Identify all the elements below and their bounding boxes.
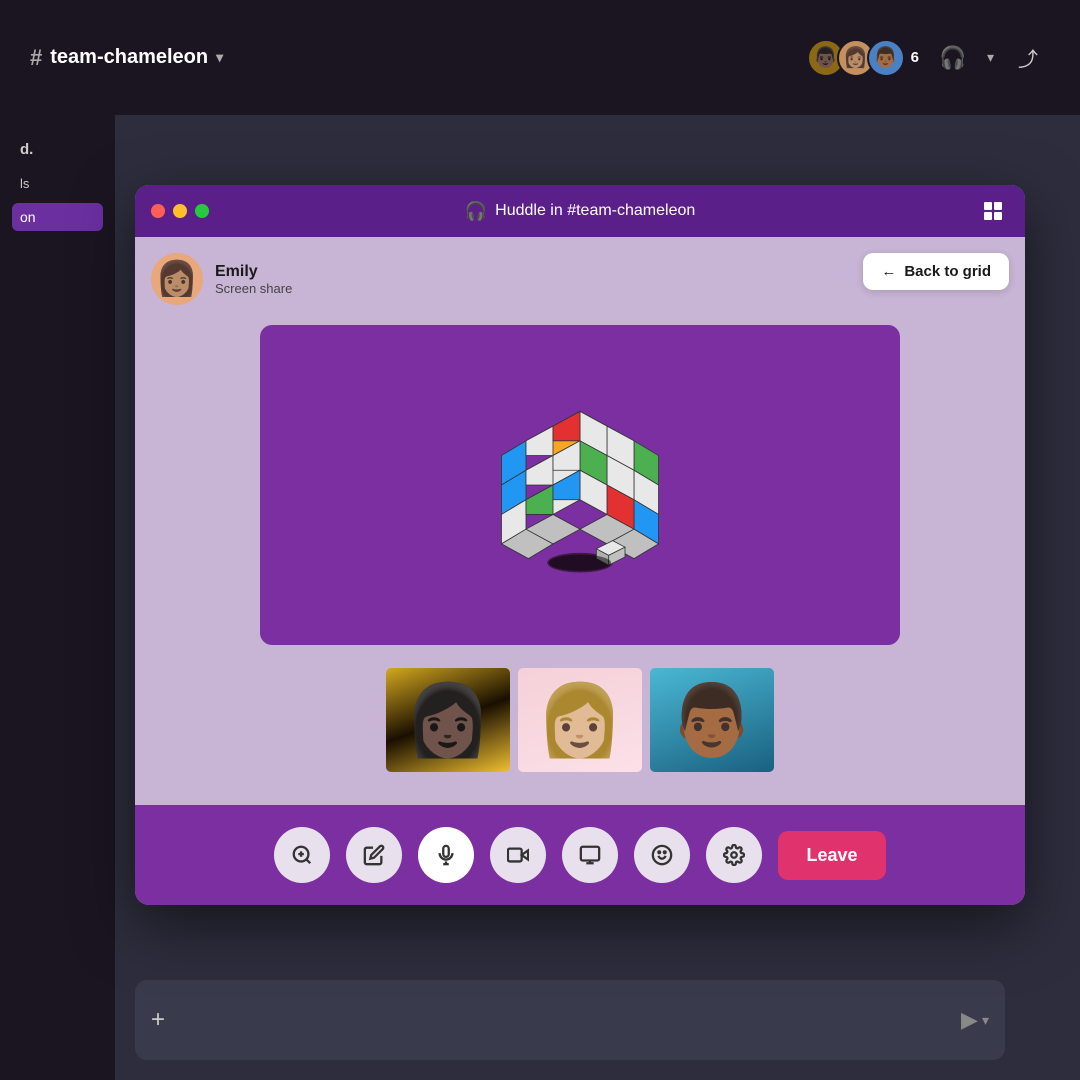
- headset-button[interactable]: 🎧: [931, 36, 975, 80]
- rubiks-cube-display: [480, 385, 680, 585]
- chevron-icon[interactable]: ▾: [987, 49, 994, 66]
- channel-name: team-chameleon: [50, 46, 208, 69]
- presenter-status: Screen share: [215, 281, 292, 296]
- huddle-titlebar: 🎧 Huddle in #team-chameleon: [135, 185, 1025, 237]
- sidebar-item-active[interactable]: on: [12, 203, 103, 231]
- back-to-grid-label: Back to grid: [904, 263, 991, 280]
- headphones-icon: 🎧: [465, 201, 487, 222]
- screen-share-button[interactable]: [562, 827, 618, 883]
- send-icon[interactable]: ▶: [961, 1007, 978, 1033]
- back-arrow-icon: ←: [881, 263, 896, 280]
- hash-icon: #: [30, 45, 42, 71]
- rubiks-cube-svg: [490, 395, 670, 575]
- huddle-window: 🎧 Huddle in #team-chameleon 👩🏽 Emily: [135, 185, 1025, 905]
- traffic-lights: [151, 204, 209, 218]
- grid-toggle-button[interactable]: [977, 195, 1009, 227]
- send-dropdown-icon[interactable]: ▾: [982, 1012, 989, 1029]
- presenter-details: Emily Screen share: [215, 263, 292, 296]
- close-button[interactable]: [151, 204, 165, 218]
- channel-dropdown-icon[interactable]: ▾: [216, 49, 223, 66]
- screen-share-area: [260, 325, 900, 645]
- huddle-content: 👩🏽 Emily Screen share ← Back to grid: [135, 237, 1025, 805]
- grid-icon[interactable]: [977, 195, 1009, 227]
- leave-label: Leave: [806, 845, 857, 865]
- presenter-avatar: 👩🏽: [151, 253, 203, 305]
- participant-thumb-2: 👩🏼: [515, 665, 645, 775]
- top-bar: # team-chameleon ▾ 👨🏿 👩🏽 👨🏾 6 🎧 ▾ ⤴: [0, 0, 1080, 115]
- sidebar-workspace-label: d.: [12, 135, 103, 164]
- settings-button[interactable]: [706, 827, 762, 883]
- presenter-name: Emily: [215, 263, 292, 281]
- back-to-grid-button[interactable]: ← Back to grid: [863, 253, 1009, 290]
- huddle-title-text: Huddle in #team-chameleon: [495, 202, 695, 220]
- avatar-3: 👨🏾: [867, 39, 905, 77]
- participants-row: 👩🏿 👩🏼 👨🏾: [383, 665, 777, 775]
- participant-thumb-1: 👩🏿: [383, 665, 513, 775]
- video-button[interactable]: [490, 827, 546, 883]
- zoom-button[interactable]: [274, 827, 330, 883]
- add-attachment-button[interactable]: +: [151, 1006, 165, 1034]
- edit-button[interactable]: [346, 827, 402, 883]
- sidebar-item-1[interactable]: ls: [12, 172, 103, 195]
- maximize-button[interactable]: [195, 204, 209, 218]
- microphone-button[interactable]: [418, 827, 474, 883]
- send-area: ▶ ▾: [961, 1007, 989, 1033]
- share-button[interactable]: ⤴: [1006, 36, 1050, 80]
- member-avatars: 👨🏿 👩🏽 👨🏾 6: [807, 39, 919, 77]
- presenter-info: 👩🏽 Emily Screen share: [151, 253, 292, 305]
- huddle-controls: Leave: [135, 805, 1025, 905]
- leave-button[interactable]: Leave: [778, 831, 885, 880]
- emoji-button[interactable]: [634, 827, 690, 883]
- channel-name-area: # team-chameleon ▾: [30, 45, 223, 71]
- huddle-title: 🎧 Huddle in #team-chameleon: [465, 201, 696, 222]
- message-input-area: + ▶ ▾: [135, 980, 1005, 1060]
- participant-thumb-3: 👨🏾: [647, 665, 777, 775]
- member-count: 6: [911, 49, 919, 66]
- left-sidebar: d. ls on: [0, 115, 115, 1080]
- minimize-button[interactable]: [173, 204, 187, 218]
- top-bar-right: 👨🏿 👩🏽 👨🏾 6 🎧 ▾ ⤴: [807, 36, 1050, 80]
